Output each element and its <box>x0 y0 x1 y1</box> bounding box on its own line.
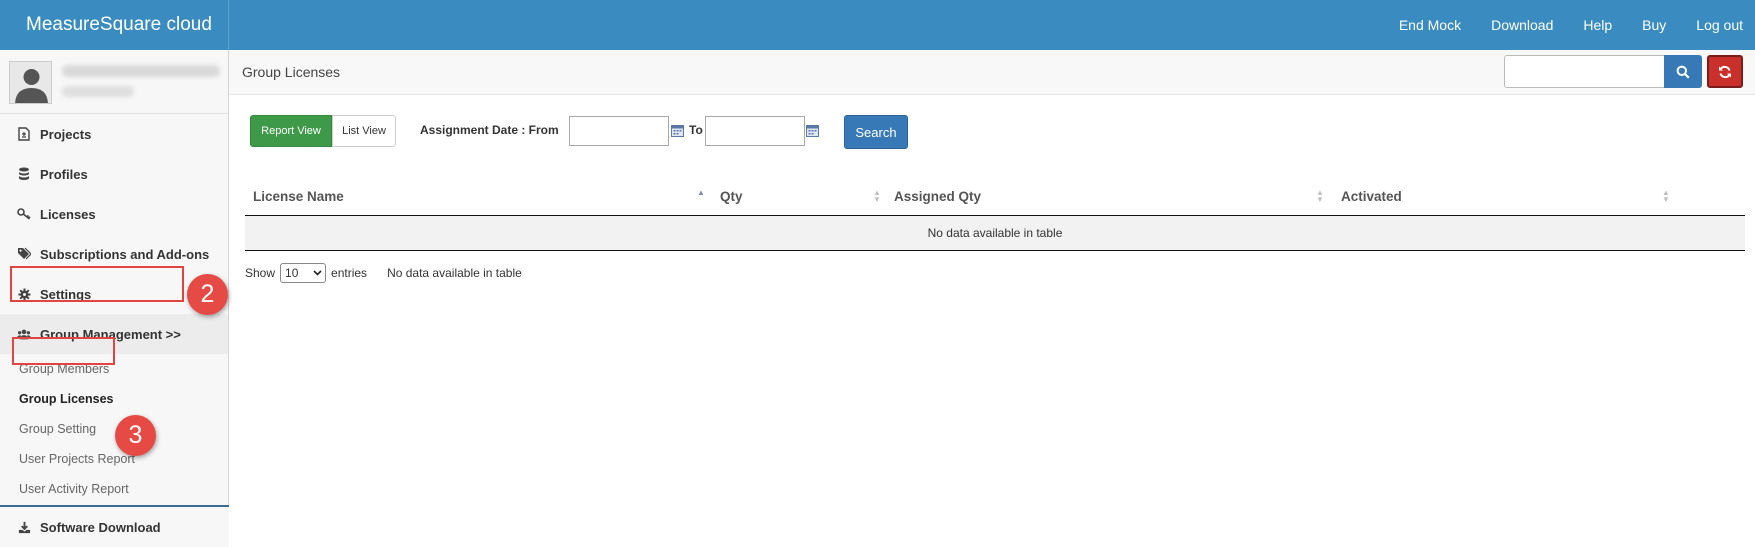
annotation-step-2: 2 <box>187 274 228 315</box>
sidebar-item-label: Projects <box>40 126 92 142</box>
top-navbar: MeasureSquare cloud End Mock Download He… <box>0 0 1755 50</box>
table-info: No data available in table <box>387 266 522 280</box>
download-icon <box>17 520 31 534</box>
list-view-button[interactable]: List View <box>332 115 396 147</box>
table-header: License Name ▲ Qty ▲ ▼ Assigned Qty ▲ ▼ Ac… <box>245 177 1745 216</box>
refresh-button[interactable] <box>1707 55 1743 88</box>
end-mock-link[interactable]: End Mock <box>1399 17 1461 33</box>
sort-icon[interactable]: ▲ ▼ <box>1662 189 1670 204</box>
table-footer: Show 10 entries No data available in tab… <box>245 263 522 283</box>
page-header: Group Licenses <box>229 50 1755 95</box>
date-from-input[interactable] <box>569 116 669 146</box>
sidebar-item-profiles[interactable]: Profiles <box>0 154 228 194</box>
assignment-date-from-label: Assignment Date : From <box>420 123 559 137</box>
sidebar-item-label: Profiles <box>40 166 88 182</box>
user-role-redacted <box>62 86 134 97</box>
annotation-highlight-group-licenses <box>12 337 115 365</box>
file-icon <box>17 127 31 141</box>
database-icon <box>17 167 31 181</box>
sidebar-subitem-user-projects-report[interactable]: User Projects Report <box>0 444 228 474</box>
sidebar-item-software-download[interactable]: Software Download <box>0 507 229 547</box>
column-header-activated[interactable]: Activated <box>1341 189 1402 204</box>
search-icon <box>1676 65 1690 79</box>
sidebar-footer: Software Download <box>0 505 229 547</box>
sidebar-subitem-group-licenses[interactable]: Group Licenses <box>0 384 228 414</box>
column-header-license-name[interactable]: License Name <box>253 189 344 204</box>
user-email-redacted <box>62 65 220 77</box>
logout-link[interactable]: Log out <box>1696 17 1743 33</box>
annotation-highlight-group-management <box>10 266 184 302</box>
table-empty-row: No data available in table <box>245 216 1745 251</box>
sidebar-item-label: Subscriptions and Add-ons <box>40 246 210 262</box>
chevron-down-icon <box>313 270 322 276</box>
report-view-button[interactable]: Report View <box>250 115 332 147</box>
page-title: Group Licenses <box>242 64 341 80</box>
date-to-label: To <box>689 123 703 137</box>
entries-label: entries <box>331 266 368 280</box>
calendar-icon[interactable] <box>671 124 684 137</box>
sort-icon[interactable]: ▲ ▼ <box>1316 189 1324 204</box>
search-button[interactable]: Search <box>844 115 908 149</box>
help-link[interactable]: Help <box>1583 17 1612 33</box>
column-header-assigned-qty[interactable]: Assigned Qty <box>894 189 981 204</box>
refresh-icon <box>1719 65 1731 78</box>
sidebar-subitem-group-setting[interactable]: Group Setting <box>0 414 228 444</box>
sidebar-item-projects[interactable]: Projects <box>0 114 228 154</box>
date-to-input[interactable] <box>705 116 805 146</box>
sort-asc-icon[interactable]: ▲ <box>697 189 705 197</box>
sidebar-item-label: Licenses <box>40 206 96 222</box>
sidebar-subitem-user-activity-report[interactable]: User Activity Report <box>0 474 228 504</box>
sort-icon[interactable]: ▲ ▼ <box>873 189 881 204</box>
buy-link[interactable]: Buy <box>1642 17 1666 33</box>
sidebar-item-licenses[interactable]: Licenses <box>0 194 228 234</box>
page-size-value: 10 <box>285 266 299 280</box>
user-silhouette-icon <box>15 69 48 103</box>
show-label: Show <box>245 266 276 280</box>
download-link[interactable]: Download <box>1491 17 1553 33</box>
calendar-icon[interactable] <box>806 124 819 137</box>
header-search-button[interactable] <box>1664 55 1702 88</box>
top-nav-links: End Mock Download Help Buy Log out <box>1369 0 1743 50</box>
brand-logo[interactable]: MeasureSquare cloud <box>0 0 229 50</box>
annotation-step-3: 3 <box>115 415 156 456</box>
sidebar-item-label: Software Download <box>40 519 161 535</box>
key-icon <box>17 207 31 221</box>
header-search-input[interactable] <box>1504 55 1665 88</box>
column-header-qty[interactable]: Qty <box>720 189 743 204</box>
avatar <box>9 61 52 104</box>
tags-icon <box>17 247 31 261</box>
user-profile <box>0 50 228 114</box>
page-size-select[interactable]: 10 <box>280 263 327 283</box>
